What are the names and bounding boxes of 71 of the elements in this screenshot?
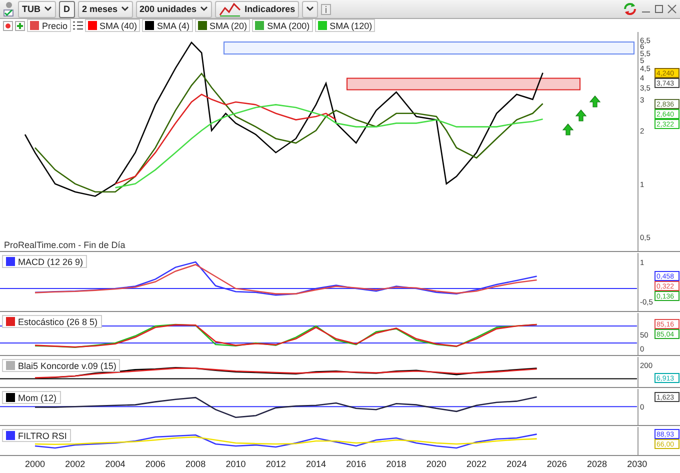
indicator-name: FILTRO RSI <box>18 430 67 440</box>
indicator-legend[interactable]: FILTRO RSI <box>2 429 71 442</box>
indicator-name: Mom (12) <box>18 392 57 402</box>
indicators-button[interactable]: Indicadores <box>214 0 300 18</box>
caret-icon <box>120 6 129 12</box>
caret-icon <box>44 6 52 12</box>
refresh-icon[interactable] <box>622 1 638 17</box>
legend-label: SMA (4) <box>157 20 190 30</box>
up-arrow-icon <box>562 124 574 136</box>
maximize-icon[interactable] <box>654 4 664 14</box>
axis-tick-label: 2016 <box>346 459 366 469</box>
caret-icon <box>200 6 208 12</box>
indicator-legend[interactable]: Blai5 Koncorde v.09 (15) <box>2 359 120 372</box>
add-icon[interactable] <box>15 20 25 30</box>
units-dropdown[interactable]: 200 unidades <box>136 0 212 18</box>
source-note: ProRealTime.com - Fin de Día <box>4 240 126 250</box>
indicator-name: Estocástico (26 8 5) <box>18 316 98 326</box>
color-swatch-icon <box>6 257 15 266</box>
color-swatch-icon <box>6 317 15 326</box>
color-swatch-icon <box>318 21 327 30</box>
axis-tick-label: 2002 <box>65 459 86 469</box>
axis-tick-label: 2006 <box>145 459 166 469</box>
up-arrow-icon <box>575 110 587 122</box>
info-icon[interactable] <box>321 4 332 14</box>
legend-item[interactable]: SMA (4) <box>142 19 193 32</box>
axis-tick-label: 2026 <box>546 459 567 469</box>
indicator-name: MACD (12 26 9) <box>18 256 84 266</box>
axis-tick-label: 2024 <box>506 459 527 469</box>
color-swatch-icon <box>6 361 15 370</box>
color-swatch-icon <box>88 21 97 30</box>
axis-tick-label: 2014 <box>306 459 326 469</box>
indicator-name: Blai5 Koncorde v.09 (15) <box>18 360 116 370</box>
legend-label: SMA (40) <box>100 20 138 30</box>
close-icon[interactable] <box>667 4 677 14</box>
axis-tick-label: 2030 <box>627 459 648 469</box>
axis-tick-label: 2010 <box>226 459 246 469</box>
color-swatch-icon <box>145 21 154 30</box>
axis-tick-label: 2018 <box>386 459 406 469</box>
indicator-legend[interactable]: Mom (12) <box>2 391 61 404</box>
color-swatch-icon <box>6 431 15 440</box>
legend-item[interactable]: SMA (200) <box>252 19 313 32</box>
axis-tick-label: 2008 <box>186 459 206 469</box>
color-swatch-icon <box>6 393 15 402</box>
chart-icon <box>218 1 241 17</box>
indicator-legend[interactable]: MACD (12 26 9) <box>2 255 88 268</box>
color-swatch-icon <box>255 21 264 30</box>
dropdown-button[interactable] <box>302 0 318 18</box>
legend-item[interactable]: SMA (120) <box>314 19 376 32</box>
legend-item[interactable]: Precio <box>27 19 71 32</box>
caret-icon <box>306 6 314 12</box>
indicator-legend[interactable]: Estocástico (26 8 5) <box>2 315 102 328</box>
legend-label: Precio <box>42 20 68 30</box>
axis-tick-label: 2004 <box>105 459 126 469</box>
legend-label: SMA (20) <box>210 20 248 30</box>
axis-tick-label: 2000 <box>25 459 46 469</box>
record-icon[interactable] <box>3 20 13 30</box>
legend-label: SMA (200) <box>267 20 310 30</box>
color-swatch-icon <box>198 21 207 30</box>
period-button[interactable]: D <box>58 0 75 18</box>
axis-tick-label: 2028 <box>586 459 607 469</box>
legend-item[interactable]: SMA (20) <box>194 19 250 32</box>
color-swatch-icon <box>30 21 39 30</box>
axis-tick-label: 2020 <box>426 459 446 469</box>
axis-tick-label: 2012 <box>266 459 286 469</box>
axis-tick-label: 2022 <box>466 459 487 469</box>
symbol-dropdown[interactable]: TUB <box>18 0 56 18</box>
legend-label: SMA (120) <box>330 20 372 30</box>
legend-item[interactable]: SMA (40) <box>84 19 140 32</box>
up-arrow-icon <box>589 96 601 108</box>
list-icon[interactable] <box>72 21 83 30</box>
timeframe-dropdown[interactable]: 2 meses <box>78 0 133 18</box>
